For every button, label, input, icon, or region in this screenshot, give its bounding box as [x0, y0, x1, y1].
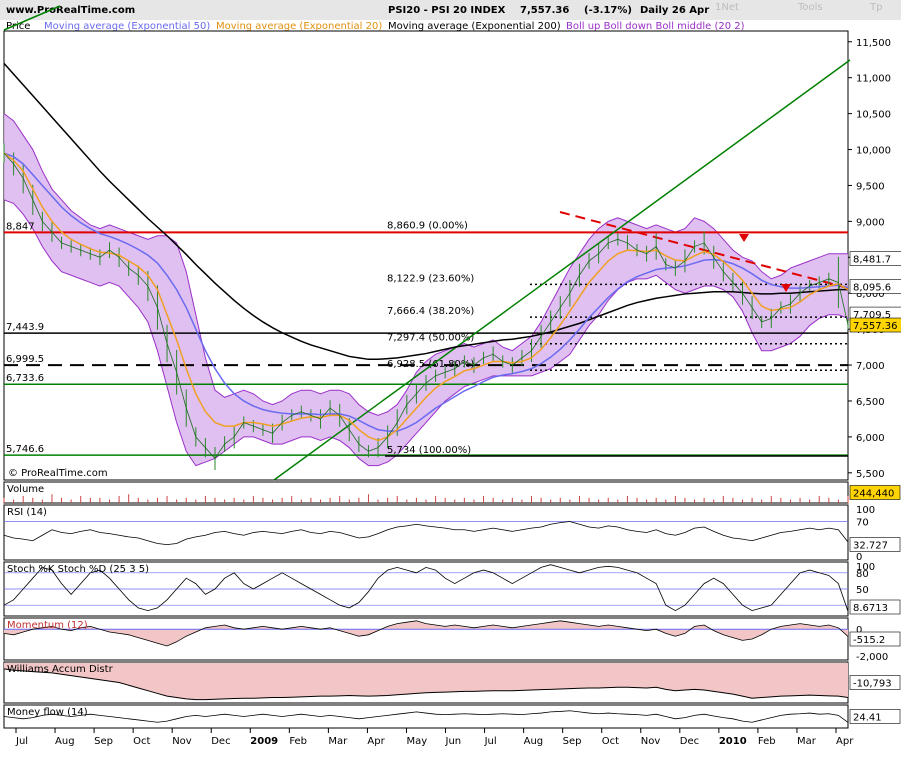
x-tick-label: Jul: [484, 736, 497, 747]
mfi-frame: [3, 704, 849, 729]
mfi-title: Money flow (14): [7, 707, 88, 718]
x-tick-label: Feb: [289, 736, 307, 747]
stoch-value-label: 8.6713: [853, 603, 888, 614]
y-tick-label: 7,000: [856, 361, 885, 372]
volume-panel: Volume 244,440: [3, 481, 901, 504]
price-badge-label: 7,557.36: [853, 321, 898, 332]
x-tick-label: Aug: [524, 736, 544, 747]
williams-value-label: -10,793: [853, 679, 892, 690]
volume-title: Volume: [7, 484, 44, 495]
mfi-value-label: 24.41: [853, 713, 882, 724]
legend-price: Price: [6, 21, 30, 32]
x-tick-label: Aug: [55, 736, 75, 747]
y-tick-label: 6,500: [856, 397, 885, 408]
momentum-tick-label: -2,000: [856, 652, 888, 663]
y-tick-label: 6,000: [856, 433, 885, 444]
fib-level-label: 7,297.4 (50.00%): [387, 333, 474, 344]
fib-level-label: 8,122.9 (23.60%): [387, 273, 474, 284]
mfi-panel: Money flow (14) 24.41: [3, 704, 901, 729]
x-tick-label: Feb: [758, 736, 776, 747]
x-tick-label: Dec: [211, 736, 230, 747]
main-price-panel[interactable]: 11,50011,00010,50010,0009,5009,0008,5008…: [3, 5, 901, 481]
x-tick-label: Sep: [563, 736, 582, 747]
x-axis: Jul Aug Sep Oct Nov Dec 2009 Feb Mar Apr May Jun Jul…: [15, 728, 854, 747]
stoch-panel: Stoch %K Stoch %D (25 3 5)1008050208.671…: [3, 561, 901, 617]
x-tick-label: Nov: [172, 736, 192, 747]
y-tick-label: 10,500: [856, 110, 891, 121]
tab-tp[interactable]: Tp: [869, 2, 882, 13]
legend-ema200: Moving average (Exponential 200): [388, 21, 561, 32]
price-badge-label: 8,095.6: [853, 282, 891, 293]
legend-ema20: Moving average (Exponential 20): [216, 21, 382, 32]
x-tick-label: Mar: [328, 736, 348, 747]
rsi-value-label: 32.727: [853, 541, 888, 552]
rsi-tick-label: 70: [856, 518, 869, 529]
fib-level-label: 6,928.5 (61.80%): [387, 359, 474, 370]
price-badge-label: 8,481.7: [853, 255, 891, 266]
y-tick-label: 9,000: [856, 217, 885, 228]
y-tick-label: 10,000: [856, 146, 891, 157]
fib-level-label: 7,666.4 (38.20%): [387, 306, 474, 317]
watermark: © ProRealTime.com: [8, 468, 108, 479]
x-tick-label: Mar: [797, 736, 817, 747]
legend-ema50: Moving average (Exponential 50): [44, 21, 210, 32]
chart-window: www.ProRealTime.com PSI20 - PSI 20 INDEX…: [0, 0, 901, 758]
fib-level-label: 8,860.9 (0.00%): [387, 220, 468, 231]
x-tick-label: 2010: [719, 736, 747, 747]
tab-tools[interactable]: Tools: [797, 2, 823, 13]
x-tick-label: 2009: [250, 736, 278, 747]
instrument-name: PSI20 - PSI 20 INDEX: [388, 5, 506, 16]
rsi-title: RSI (14): [7, 507, 47, 518]
williams-title: Williams Accum Distr: [7, 664, 114, 675]
volume-value-label: 244,440: [853, 489, 894, 500]
level-label: 5,746.6: [6, 444, 44, 455]
x-tick-label: Sep: [94, 736, 113, 747]
stoch-tick-label: 50: [856, 585, 869, 596]
fib-level-label: 5,734 (100.00%): [387, 445, 471, 456]
chart-canvas[interactable]: www.ProRealTime.com PSI20 - PSI 20 INDEX…: [0, 0, 901, 758]
rsi-tick-label: 100: [856, 505, 875, 516]
last-price: 7,557.36: [520, 5, 569, 16]
rsi-panel: RSI (14) 10070032.727: [3, 504, 901, 563]
x-tick-label: Jun: [445, 736, 462, 747]
y-tick-label: 11,000: [856, 74, 891, 85]
williams-panel: Williams Accum Distr -10,793: [3, 661, 901, 704]
momentum-panel: Momentum (12) 0-2,000-515.2: [3, 617, 901, 663]
momentum-title: Momentum (12): [7, 620, 88, 631]
site-name[interactable]: www.ProRealTime.com: [6, 5, 135, 16]
y-tick-label: 11,500: [856, 38, 891, 49]
level-label: 8,847: [6, 221, 35, 232]
period-label: Daily 26 Apr: [640, 5, 709, 16]
x-tick-label: Apr: [836, 736, 854, 747]
stoch-tick-label: 80: [856, 569, 869, 580]
x-tick-label: May: [406, 736, 427, 747]
level-label: 7,443.9: [6, 322, 44, 333]
indicator-panels: Volume 244,440RSI (14) 10070032.727Stoch %…: [3, 481, 901, 729]
x-tick-label: Dec: [680, 736, 699, 747]
x-tick-label: Nov: [641, 736, 661, 747]
level-label: 6,733.6: [6, 373, 44, 384]
x-tick-label: Oct: [602, 736, 619, 747]
y-tick-label: 5,500: [856, 469, 885, 480]
rsi-frame: [3, 504, 849, 561]
x-tick-label: Apr: [367, 736, 385, 747]
momentum-value-label: -515.2: [853, 635, 885, 646]
legend-boll: Boll up Boll down Boll middle (20 2): [566, 21, 745, 32]
x-tick-label: Jul: [15, 736, 28, 747]
tab-1net[interactable]: 1Net: [715, 2, 739, 13]
stoch-title: Stoch %K Stoch %D (25 3 5): [7, 564, 149, 575]
y-tick-label: 9,500: [856, 181, 885, 192]
level-label: 6,999.5: [6, 354, 44, 365]
change-pct: (-3.17%): [584, 5, 632, 16]
x-tick-label: Oct: [133, 736, 150, 747]
